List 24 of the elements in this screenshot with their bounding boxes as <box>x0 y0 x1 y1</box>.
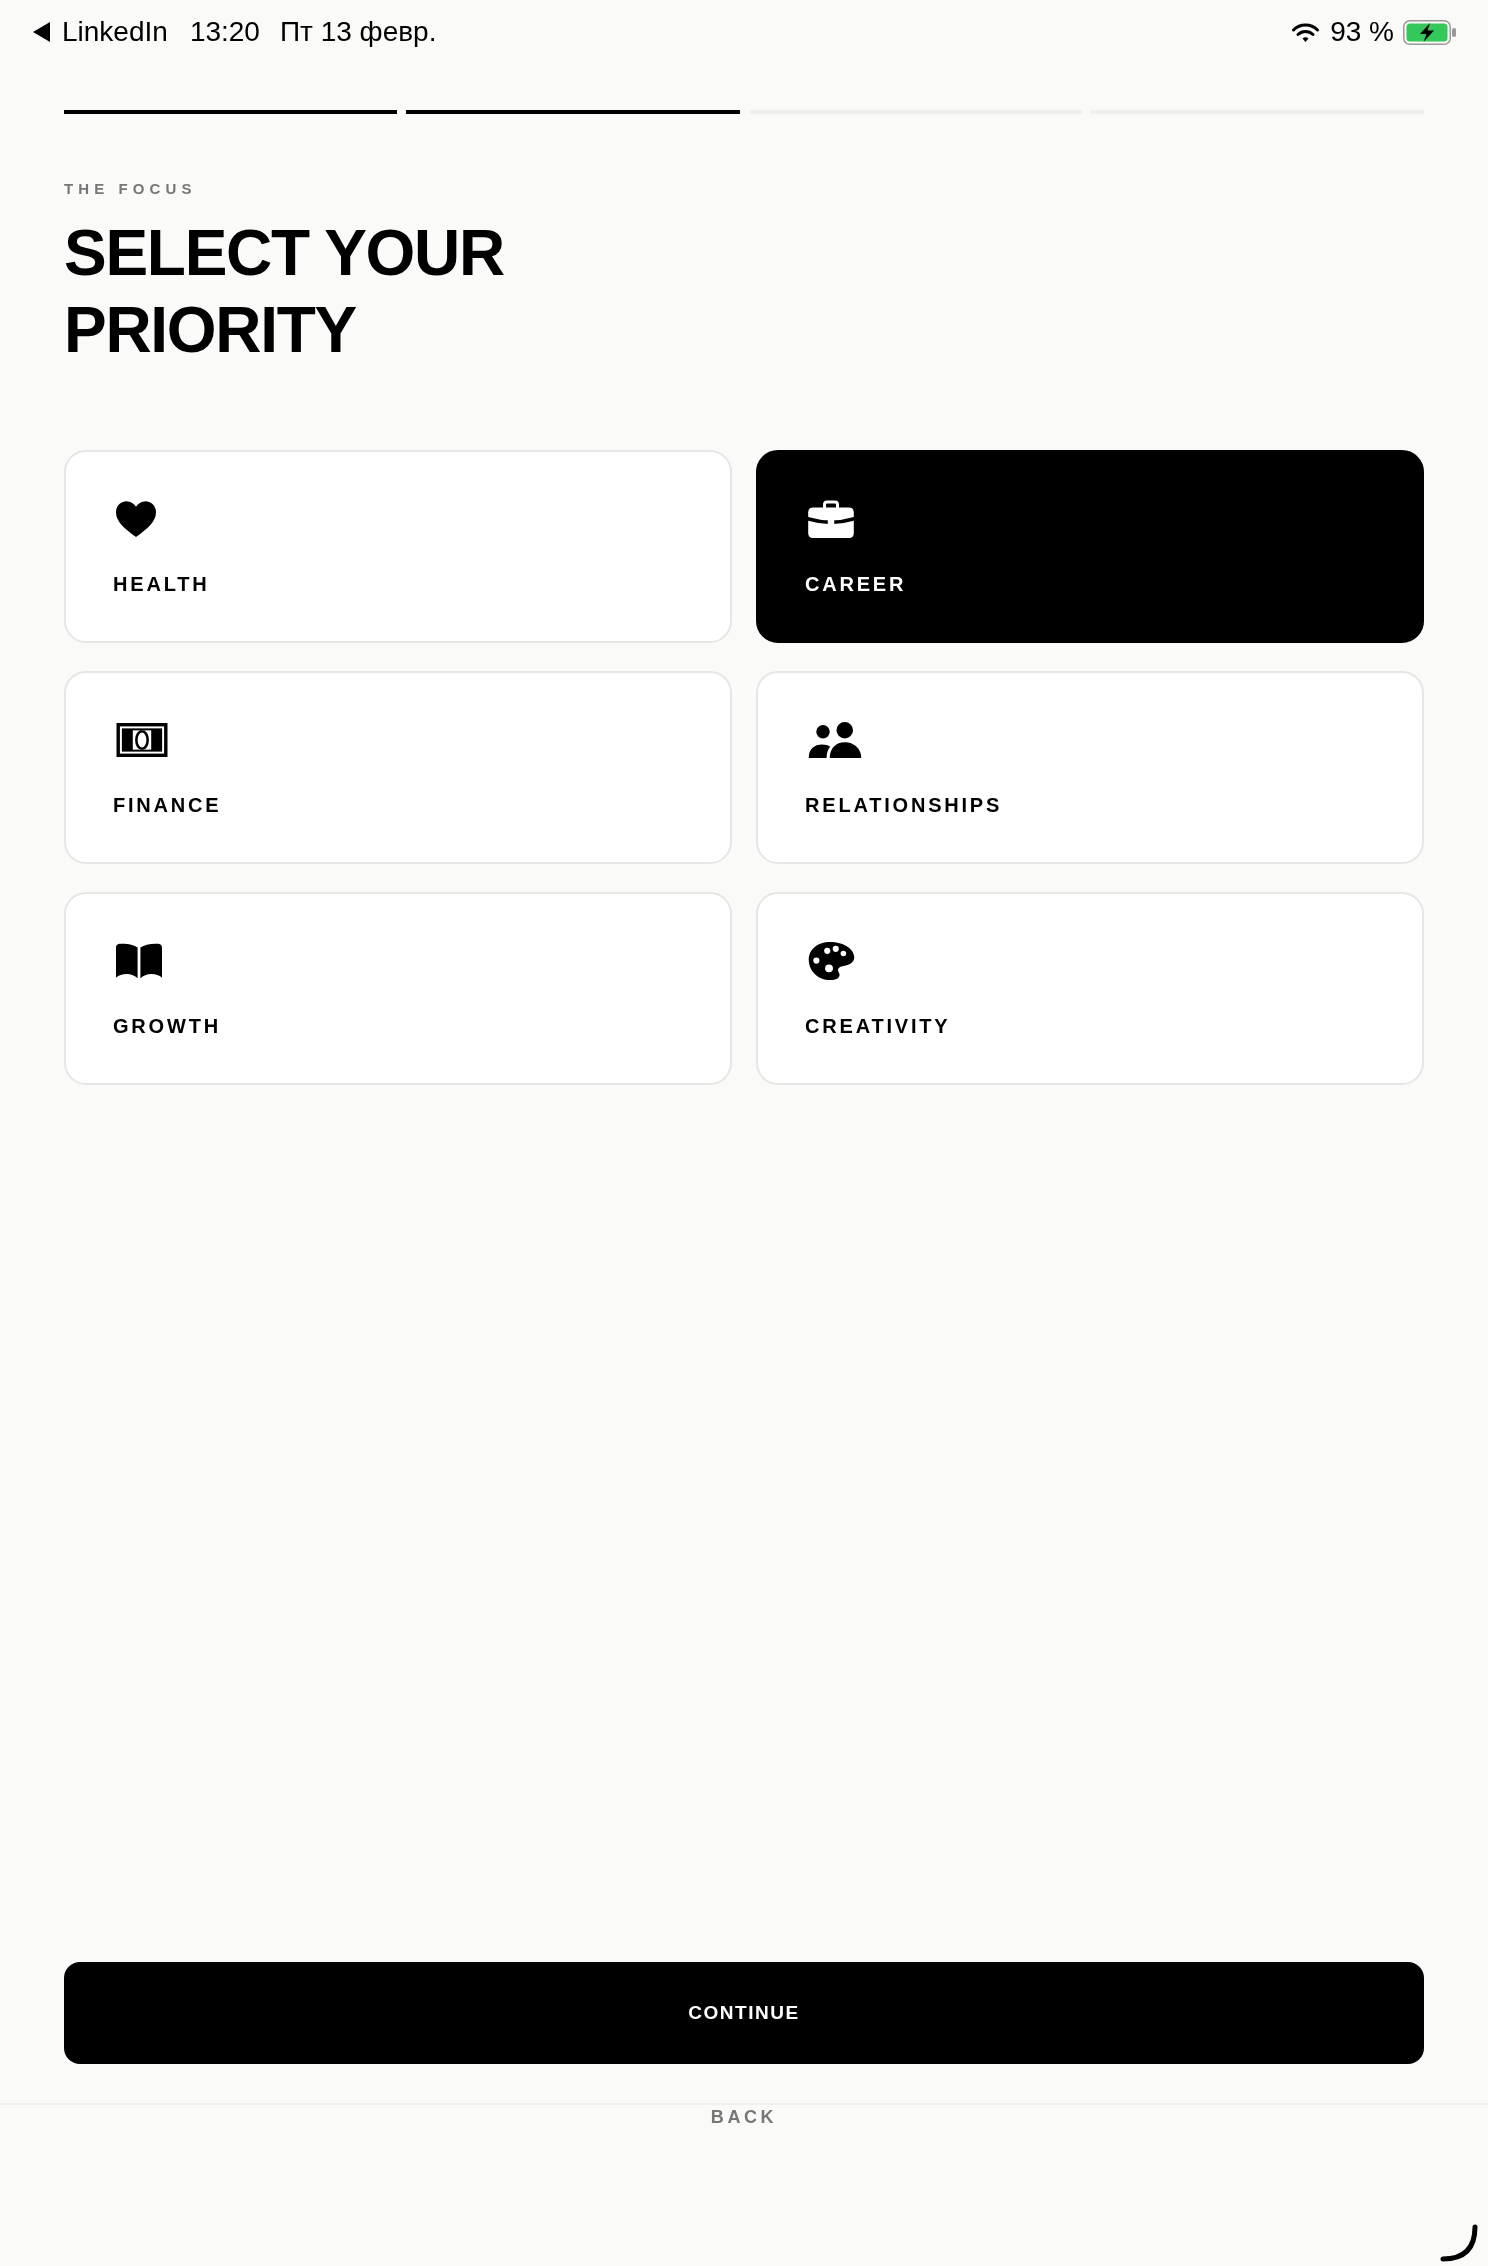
wifi-icon <box>1291 21 1321 43</box>
priority-option[interactable]: CAREER <box>756 450 1424 643</box>
back-icon <box>33 22 50 42</box>
priority-option[interactable]: RELATIONSHIPS <box>756 671 1424 864</box>
battery-percent: 93 % <box>1330 15 1394 49</box>
priority-option[interactable]: HEALTH <box>64 450 732 643</box>
priority-option[interactable]: CREATIVITY <box>756 892 1424 1085</box>
briefcase-icon <box>808 500 854 538</box>
status-date: Пт 13 февр. <box>279 15 437 49</box>
section-eyebrow: THE FOCUS <box>64 179 197 199</box>
status-time: 13:20 <box>189 15 260 49</box>
back-button[interactable]: BACK <box>710 2105 778 2129</box>
priority-option[interactable]: FINANCE <box>64 671 732 864</box>
back-to-app-link[interactable]: LinkedIn <box>33 15 168 49</box>
continue-button[interactable]: CONTINUE <box>64 1962 1424 2064</box>
priority-option[interactable]: GROWTH <box>64 892 732 1085</box>
book-icon <box>116 943 162 979</box>
page-title: SELECT YOUR PRIORITY <box>64 216 504 368</box>
banknote-icon <box>116 723 168 757</box>
palette-icon <box>808 941 855 981</box>
corner-arc-icon <box>1440 2224 1478 2262</box>
people-icon <box>808 722 862 758</box>
heart-icon <box>116 500 156 538</box>
battery-charging-icon <box>1403 19 1456 45</box>
